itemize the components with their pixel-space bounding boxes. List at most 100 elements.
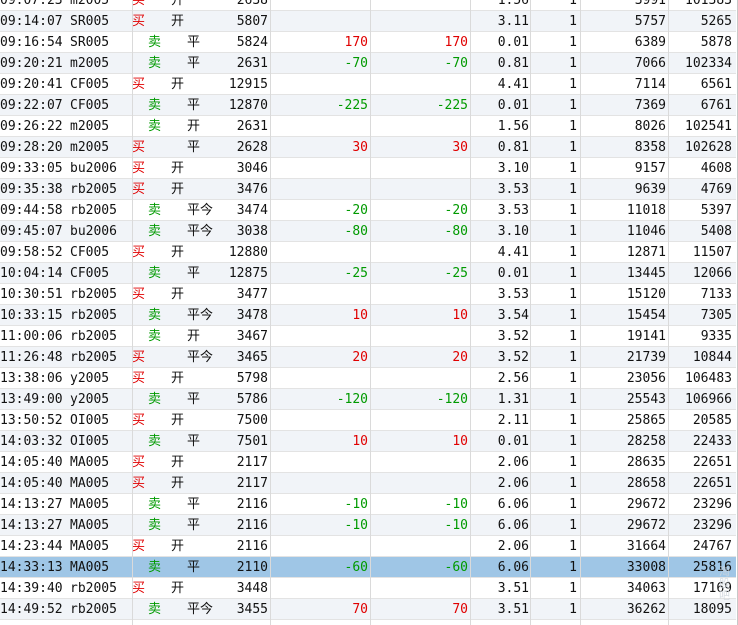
cell-qty: 1	[569, 140, 577, 155]
cell-price: 12875	[228, 266, 268, 281]
cell-qty: 1	[569, 308, 577, 323]
cell-fee: 6.06	[497, 518, 529, 533]
table-row[interactable]: 11:00:06 rb2005 卖开 3467 3.52 1 19141 9335	[0, 326, 736, 347]
cell-pl2	[380, 158, 468, 179]
table-row[interactable]: 09:22:07 CF005 卖平 12870 -225 -225 0.01 1 7369 676…	[0, 95, 736, 116]
table-row[interactable]: 09:16:54 SR005 卖平 5824 170 170 0.01 1 6389 5878	[0, 32, 736, 53]
cell-pl1: -25	[344, 266, 368, 281]
cell-pl2	[380, 179, 468, 200]
cell-pl1: 20	[352, 350, 368, 365]
table-row[interactable]: 09:45:07 bu2006 卖平今 3038 -80 -80 3.10 1 11046 540…	[0, 221, 736, 242]
cell-price: 2631	[236, 119, 268, 134]
cell-fee: 3.51	[497, 581, 529, 596]
column-divider	[530, 0, 531, 625]
cell-id1: 29672	[626, 497, 666, 512]
cell-time: 14:49:52	[0, 602, 63, 617]
table-row[interactable]: 10:04:14 CF005 卖平 12875 -25 -25 0.01 1 13445 1206…	[0, 263, 736, 284]
cell-price: 3038	[236, 224, 268, 239]
table-row[interactable]: 13:38:06 y2005 买开 5798 2.56 1 23056 106483	[0, 368, 736, 389]
table-row[interactable]: 09:26:22 m2005 卖开 2631 1.56 1 8026 102541	[0, 116, 736, 137]
cell-fee: 0.01	[497, 98, 529, 113]
table-row[interactable]: 13:49:00 y2005 卖平 5786 -120 -120 1.31 1 25543 106…	[0, 389, 736, 410]
cell-fee: 3.51	[497, 602, 529, 617]
cell-time: 09:33:05	[0, 161, 63, 176]
cell-symbol: SR005	[70, 14, 110, 29]
cell-qty: 1	[569, 161, 577, 176]
cell-id2: 106966	[685, 392, 732, 407]
cell-price: 2116	[236, 497, 268, 512]
table-row[interactable]: 09:20:41 CF005 买开 12915 4.41 1 7114 6561	[0, 74, 736, 95]
cell-id1: 3991	[634, 0, 666, 8]
table-row[interactable]: 11:26:48 rb2005 买平今 3465 20 20 3.52 1 21739 10844	[0, 347, 736, 368]
cell-qty: 1	[569, 329, 577, 344]
cell-pl2	[380, 578, 468, 599]
table-row[interactable]: 14:23:44 MA005 买开 2116 2.06 1 31664 24767	[0, 536, 736, 557]
cell-pl1: -10	[344, 497, 368, 512]
cell-price: 2110	[236, 560, 268, 575]
table-row[interactable]: 09:44:58 rb2005 卖平今 3474 -20 -20 3.53 1 11018 539…	[0, 200, 736, 221]
cell-time: 09:16:54	[0, 35, 63, 50]
cell-symbol: MA005	[70, 560, 110, 575]
cell-id1: 25543	[626, 392, 666, 407]
cell-pl2: -25	[444, 266, 468, 281]
cell-time: 09:07:23	[0, 0, 63, 8]
table-row[interactable]: 14:39:40 rb2005 买开 3448 3.51 1 34063 17169	[0, 578, 736, 599]
cell-fee: 2.56	[497, 371, 529, 386]
cell-pl2: -225	[436, 98, 468, 113]
cell-id2: 10844	[692, 350, 732, 365]
cell-pl1: 70	[352, 602, 368, 617]
table-row[interactable]: 09:28:20 m2005 买平 2628 30 30 0.81 1 8358 102628	[0, 137, 736, 158]
cell-id1: 11046	[626, 224, 666, 239]
table-row[interactable]: 10:33:15 rb2005 卖平今 3478 10 10 3.54 1 15454 7305	[0, 305, 736, 326]
cell-price: 7501	[236, 434, 268, 449]
table-row[interactable]: 14:13:27 MA005 卖平 2116 -10 -10 6.06 1 29672 23296	[0, 515, 736, 536]
table-row[interactable]: 09:07:23 m2005 买开 2638 1.56 1 3991 101383	[0, 0, 736, 11]
cell-id2: 7133	[700, 287, 732, 302]
cell-symbol: y2005	[70, 371, 110, 386]
table-row[interactable]: 09:33:05 bu2006 买开 3046 3.10 1 9157 4608	[0, 158, 736, 179]
cell-fee: 4.41	[497, 77, 529, 92]
cell-id2: 18095	[692, 602, 732, 617]
cell-fee: 3.53	[497, 203, 529, 218]
cell-time: 09:58:52	[0, 245, 63, 260]
cell-id2: 23296	[692, 497, 732, 512]
table-row[interactable]: 09:20:21 m2005 卖平 2631 -70 -70 0.81 1 7066 102334	[0, 53, 736, 74]
cell-id2: 12066	[692, 266, 732, 281]
cell-id1: 8026	[634, 119, 666, 134]
cell-price: 2116	[236, 518, 268, 533]
cell-id2: 6561	[700, 77, 732, 92]
table-row[interactable]: 14:05:40 MA005 买开 2117 2.06 1 28635 22651	[0, 452, 736, 473]
cell-symbol: m2005	[70, 56, 110, 71]
table-row[interactable]: 14:33:13 MA005 卖平 2110 -60 -60 6.06 1 33008 25816	[0, 557, 736, 578]
cell-id1: 13445	[626, 266, 666, 281]
column-divider	[132, 0, 133, 625]
table-row[interactable]: 13:50:52 OI005 买开 7500 2.11 1 25865 20585	[0, 410, 736, 431]
table-row[interactable]: 14:49:52 rb2005 卖平今 3455 70 70 3.51 1 36262 18095	[0, 599, 736, 620]
cell-id1: 11018	[626, 203, 666, 218]
cell-symbol: bu2006	[70, 161, 117, 176]
cell-price: 3455	[236, 602, 268, 617]
cell-symbol: CF005	[70, 266, 110, 281]
cell-fee: 3.11	[497, 14, 529, 29]
cell-id1: 19141	[626, 329, 666, 344]
cell-time: 14:23:44	[0, 539, 63, 554]
cell-id2: 4608	[700, 161, 732, 176]
cell-time: 09:28:20	[0, 140, 63, 155]
table-row[interactable]: 14:03:32 OI005 卖平 7501 10 10 0.01 1 28258 22433	[0, 431, 736, 452]
cell-price: 3465	[236, 350, 268, 365]
cell-fee: 0.01	[497, 434, 529, 449]
trade-rows: 09:07:23 m2005 买开 2638 1.56 1 3991 101383 09:14:…	[0, 0, 736, 620]
cell-pl1	[280, 473, 368, 494]
table-row[interactable]: 09:58:52 CF005 买开 12880 4.41 1 12871 11507	[0, 242, 736, 263]
table-row[interactable]: 14:05:40 MA005 买开 2117 2.06 1 28658 22651	[0, 473, 736, 494]
cell-time: 09:26:22	[0, 119, 63, 134]
table-row[interactable]: 09:35:38 rb2005 买开 3476 3.53 1 9639 4769	[0, 179, 736, 200]
cell-dir: 买	[132, 245, 146, 260]
cell-dir: 买	[132, 581, 146, 596]
cell-time: 14:33:13	[0, 560, 63, 575]
table-row[interactable]: 14:13:27 MA005 卖平 2116 -10 -10 6.06 1 29672 23296	[0, 494, 736, 515]
table-row[interactable]: 09:14:07 SR005 买开 5807 3.11 1 5757 5265	[0, 11, 736, 32]
cell-price: 5807	[236, 14, 268, 29]
cell-pl1	[280, 0, 368, 11]
table-row[interactable]: 10:30:51 rb2005 买开 3477 3.53 1 15120 7133	[0, 284, 736, 305]
